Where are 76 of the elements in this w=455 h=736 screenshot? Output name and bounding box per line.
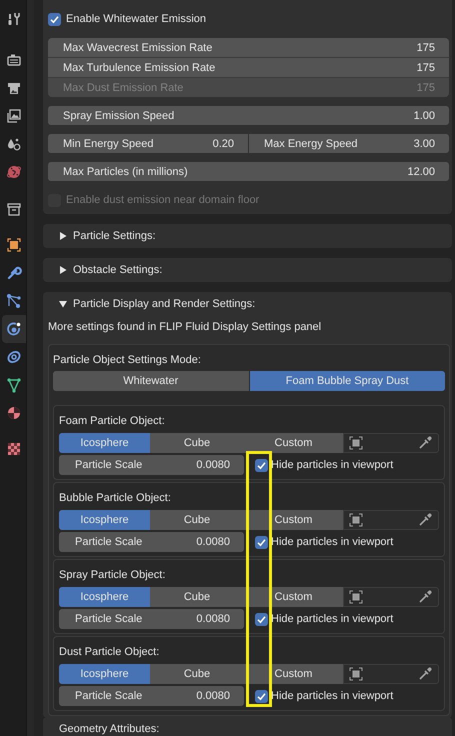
mode-tab[interactable]: Foam Bubble Spray Dust <box>250 371 445 391</box>
chain-link-icon[interactable] <box>6 349 22 365</box>
nodes-icon[interactable] <box>6 293 22 309</box>
object-label: Bubble Particle Object: <box>59 490 172 506</box>
number-field[interactable]: Min Energy Speed 0.20 <box>48 134 248 153</box>
number-field[interactable]: Max Energy Speed 3.00 <box>249 134 449 153</box>
shape-option[interactable]: Custom <box>244 510 343 530</box>
number-field[interactable]: Particle Scale 0.0080 <box>59 532 244 552</box>
checkbox-label: Hide particles in viewport <box>271 536 394 548</box>
number-field[interactable]: Particle Scale 0.0080 <box>59 609 244 629</box>
checkbox[interactable] <box>255 458 268 472</box>
mode-tab[interactable]: Whitewater <box>53 371 248 391</box>
shape-option[interactable]: Icosphere <box>59 664 150 684</box>
shape-option[interactable]: Custom <box>244 664 343 684</box>
tool-icon[interactable] <box>6 11 22 27</box>
object-label: Spray Particle Object: <box>59 568 166 582</box>
printer-icon[interactable] <box>6 80 22 96</box>
shape-option[interactable]: Icosphere <box>59 510 150 530</box>
number-field[interactable]: Max Turbulence Emission Rate 175 <box>48 58 449 77</box>
images-icon[interactable] <box>6 108 22 124</box>
sidebar-tab[interactable] <box>2 315 26 343</box>
wrench-icon[interactable] <box>6 265 22 281</box>
shape-option[interactable]: Cube <box>150 510 244 530</box>
number-field[interactable]: Particle Scale 0.0080 <box>59 455 244 475</box>
sphere-icon[interactable] <box>6 405 22 421</box>
shape-option[interactable]: Cube <box>150 587 244 607</box>
info-text: More settings found in FLIP Fluid Display Settings panel <box>48 320 322 335</box>
eyedropper-icon[interactable] <box>418 590 432 604</box>
panel-title[interactable]: Geometry Attributes: <box>59 723 160 735</box>
object-icon <box>349 667 363 681</box>
archive-box-icon[interactable] <box>6 201 22 217</box>
triangle-mesh-icon[interactable] <box>6 377 22 393</box>
checkbox-label: Hide particles in viewport <box>271 459 394 471</box>
object-field[interactable] <box>343 664 439 684</box>
square-icon[interactable] <box>6 237 22 253</box>
mode-label: Particle Object Settings Mode: <box>53 352 202 368</box>
collapsed-triangle-icon[interactable] <box>59 232 67 240</box>
checkbox-label: Hide particles in viewport <box>271 690 394 702</box>
orbit-icon[interactable] <box>6 321 22 337</box>
object-field[interactable] <box>343 587 439 607</box>
object-field[interactable] <box>343 433 439 453</box>
object-icon <box>349 590 363 604</box>
checkbox[interactable] <box>48 12 61 26</box>
camera-icon[interactable] <box>6 52 22 68</box>
number-field[interactable]: Max Wavecrest Emission Rate 175 <box>48 38 449 57</box>
checkbox-label: Enable dust emission near domain floor <box>66 194 260 206</box>
checker-icon[interactable] <box>6 441 22 457</box>
collapsed-triangle-icon[interactable] <box>59 266 67 274</box>
shape-option[interactable]: Icosphere <box>59 587 150 607</box>
eyedropper-icon[interactable] <box>418 513 432 527</box>
globe-icon[interactable] <box>6 164 22 180</box>
object-label: Dust Particle Object: <box>59 644 160 660</box>
eyedropper-icon[interactable] <box>418 436 432 450</box>
number-field[interactable]: Max Particles (in millions) 12.00 <box>48 162 449 181</box>
panel-title[interactable]: Particle Settings: <box>73 230 156 242</box>
shape-option[interactable]: Icosphere <box>59 433 150 453</box>
eyedropper-icon[interactable] <box>418 667 432 681</box>
expanded-triangle-icon[interactable] <box>59 300 67 308</box>
panel-title[interactable]: Obstacle Settings: <box>73 264 162 276</box>
number-field[interactable]: Particle Scale 0.0080 <box>59 686 244 706</box>
shape-option[interactable]: Custom <box>244 433 343 453</box>
panel-title[interactable]: Particle Display and Render Settings: <box>73 298 256 310</box>
checkbox[interactable] <box>255 536 268 548</box>
object-icon <box>349 513 363 527</box>
number-field[interactable]: Spray Emission Speed 1.00 <box>48 106 449 125</box>
checkbox[interactable] <box>255 690 268 702</box>
object-icon <box>349 436 363 450</box>
checkbox-label: Hide particles in viewport <box>271 613 394 625</box>
checkbox[interactable] <box>255 612 268 626</box>
object-label: Foam Particle Object: <box>59 414 166 428</box>
object-field[interactable] <box>343 510 439 530</box>
shape-option[interactable]: Cube <box>150 433 244 453</box>
shape-option[interactable]: Cube <box>150 664 244 684</box>
checkbox-label: Enable Whitewater Emission <box>66 13 206 25</box>
droplets-icon[interactable] <box>6 136 22 152</box>
shape-option[interactable]: Custom <box>244 587 343 607</box>
